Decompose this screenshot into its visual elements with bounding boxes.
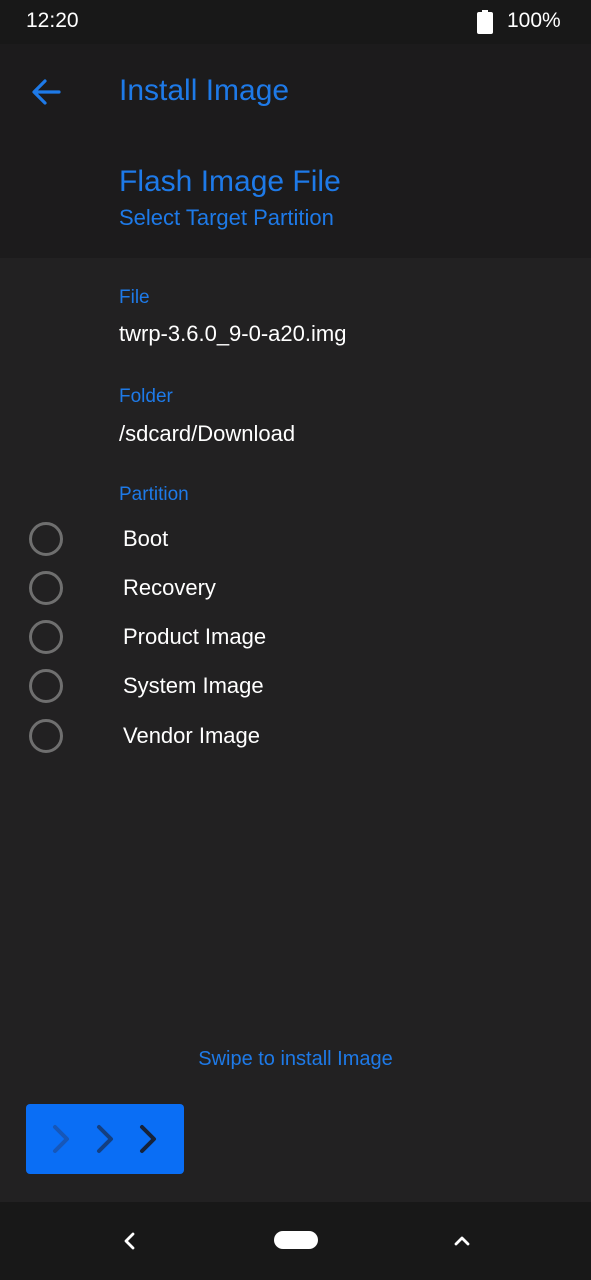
section-subtitle: Select Target Partition — [119, 205, 334, 230]
partition-option-label: Product Image — [123, 624, 267, 649]
radio-button[interactable] — [29, 620, 63, 654]
partition-option-boot[interactable]: Boot — [26, 517, 426, 561]
file-label: File — [119, 287, 150, 308]
chevron-up-icon[interactable] — [450, 1228, 474, 1254]
radio-button[interactable] — [29, 669, 63, 703]
battery-full-icon — [477, 10, 493, 34]
chevron-right-icon — [97, 1125, 113, 1153]
radio-button[interactable] — [29, 571, 63, 605]
home-pill-icon[interactable] — [274, 1231, 318, 1249]
page-title: Install Image — [119, 74, 290, 107]
swipe-hint: Swipe to install Image — [198, 1048, 393, 1070]
arrow-left-icon[interactable] — [26, 72, 66, 112]
swipe-to-install-handle[interactable] — [26, 1104, 184, 1174]
header: Install Image Flash Image File Select Ta… — [0, 44, 591, 258]
folder-label: Folder — [119, 386, 173, 407]
navigation-bar — [0, 1202, 591, 1280]
folder-value: /sdcard/Download — [119, 421, 296, 446]
radio-button[interactable] — [29, 719, 63, 753]
status-time: 12:20 — [26, 9, 79, 32]
partition-label: Partition — [119, 484, 189, 505]
radio-button[interactable] — [29, 522, 63, 556]
partition-option-label: Recovery — [123, 575, 216, 600]
partition-option-label: System Image — [123, 673, 264, 698]
battery-percent: 100% — [507, 9, 561, 32]
partition-option-vendor-image[interactable]: Vendor Image — [26, 714, 426, 758]
status-bar: 12:20 100% — [0, 0, 591, 44]
file-value: twrp-3.6.0_9-0-a20.img — [119, 321, 347, 346]
partition-option-recovery[interactable]: Recovery — [26, 566, 426, 610]
chevron-right-icon — [53, 1125, 69, 1153]
partition-option-product-image[interactable]: Product Image — [26, 615, 426, 659]
partition-option-label: Vendor Image — [123, 723, 260, 748]
section-title: Flash Image File — [119, 165, 341, 198]
nav-back-icon[interactable] — [118, 1228, 142, 1254]
partition-option-label: Boot — [123, 526, 169, 551]
install-image-screen: 12:20 100% Install Image Flash Image Fil… — [0, 0, 591, 1280]
partition-option-system-image[interactable]: System Image — [26, 664, 426, 708]
chevron-right-icon — [140, 1125, 156, 1153]
